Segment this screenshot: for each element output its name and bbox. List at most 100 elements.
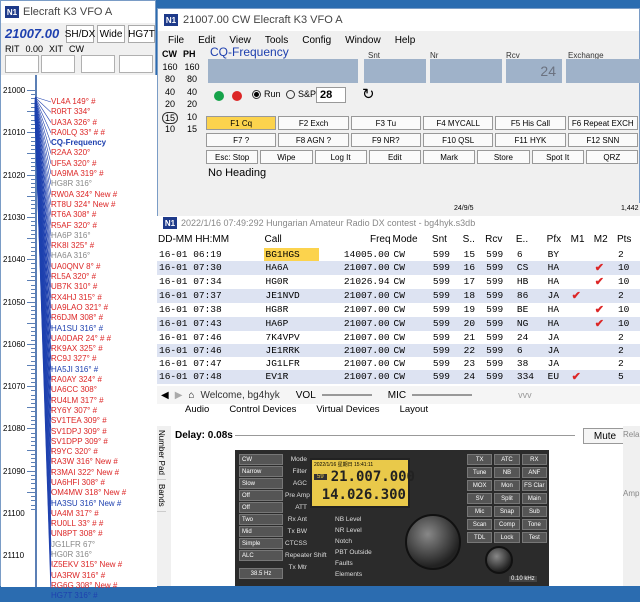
ph-speed-value[interactable]: 40	[184, 87, 200, 100]
function-key-button[interactable]: Mark	[423, 150, 476, 164]
cw-speed-value[interactable]: 80	[162, 74, 178, 87]
spot-entry[interactable]: HA5JI 316° #	[51, 365, 126, 375]
log-row[interactable]: 16-01 07:34 HG0R 21026.94 CW 599 17 599 HB HA ✔ 10	[157, 275, 640, 289]
log-column-header[interactable]: M2	[593, 230, 616, 248]
cw-speed-value[interactable]: 15	[162, 111, 178, 124]
log-row[interactable]: 16-01 07:38 HG8R 21007.00 CW 599 19 599 BE HA ✔ 10	[157, 303, 640, 317]
spot-entry[interactable]: IZ5EKV 315° New #	[51, 560, 126, 570]
spot-entry[interactable]: HA1SU 316° #	[51, 324, 126, 334]
log-column-header[interactable]: Pfx	[546, 230, 570, 248]
radio-function-button[interactable]: RX	[521, 454, 547, 465]
function-key-button[interactable]: Edit	[368, 150, 421, 164]
log-row[interactable]: 16-01 06:19 BG1HGS 14005.00 CW 599 15 599 6 BY 2	[157, 248, 640, 261]
back-icon[interactable]: ◀	[161, 390, 169, 401]
radio-function-button[interactable]: Snap	[494, 506, 520, 517]
log-column-header[interactable]: Snt	[431, 230, 462, 248]
spot-entry[interactable]: UA9LAO 321° #	[51, 303, 126, 313]
log-row[interactable]: 16-01 07:46 JE1RRK 21007.00 CW 599 22 599 6 JA 2	[157, 343, 640, 357]
spot-entry[interactable]: HG7T 316° #	[51, 591, 126, 601]
spot-entry[interactable]: UN8PT 308° #	[51, 529, 126, 539]
spot-entry[interactable]: RA3W 316° New #	[51, 457, 126, 467]
small-knob-icon[interactable]	[485, 546, 513, 574]
radio-setting-button[interactable]: ALC	[239, 550, 283, 561]
refresh-icon[interactable]: ↻	[362, 85, 375, 103]
mic-slider[interactable]	[412, 394, 473, 396]
spot-entry[interactable]: RU0LL 33° # #	[51, 519, 126, 529]
spot-entry[interactable]: UF5A 320° #	[51, 159, 126, 169]
radio-setting-button[interactable]: Two	[239, 514, 283, 525]
log-column-header[interactable]: E..	[515, 230, 546, 248]
speed-stepper[interactable]: 28	[316, 87, 346, 103]
ph-speed-value[interactable]: 80	[184, 74, 200, 87]
menu-config[interactable]: Config	[302, 35, 331, 46]
spot-entry[interactable]: RA0AY 324° #	[51, 375, 126, 385]
vol-slider[interactable]	[321, 394, 372, 396]
log-column-header[interactable]: S..	[462, 230, 484, 248]
cw-speed-value[interactable]: 160	[162, 62, 178, 75]
function-key-button[interactable]: F12 SNN	[567, 133, 638, 147]
spot-entry[interactable]: R9YC 320° #	[51, 447, 126, 457]
log-row[interactable]: 16-01 07:46 7K4VPV 21007.00 CW 599 21 599 24 JA 2	[157, 331, 640, 344]
bandmap-box-2[interactable]	[41, 55, 75, 73]
log-row[interactable]: 16-01 07:43 HA6P 21007.00 CW 599 20 599 NG HA ✔ 10	[157, 316, 640, 331]
function-key-button[interactable]: Wipe	[260, 150, 313, 164]
menu-help[interactable]: Help	[395, 35, 416, 46]
spot-entry[interactable]: R6DJM 308° #	[51, 313, 126, 323]
bandmap-box-3[interactable]	[81, 55, 115, 73]
radio-setting-button[interactable]: Narrow	[239, 466, 283, 477]
spot-entry[interactable]: VL4A 149° #	[51, 97, 126, 107]
function-key-button[interactable]: F8 AGN ?	[278, 133, 349, 147]
spot-entry[interactable]: SV1DPP 309° #	[51, 437, 126, 447]
spot-entry[interactable]: UA4M 317° #	[51, 509, 126, 519]
log-row[interactable]: 16-01 07:47 JG1LFR 21007.00 CW 599 23 599 38 JA 2	[157, 357, 640, 370]
spot-entry[interactable]: RY6Y 307° #	[51, 406, 126, 416]
function-key-button[interactable]: QRZ	[585, 150, 638, 164]
log-column-header[interactable]: Freq	[319, 230, 391, 248]
delay-slider[interactable]	[235, 435, 575, 436]
spot-entry[interactable]: R3MAI 322° New #	[51, 468, 126, 478]
spot-entry[interactable]: R2AA 320°	[51, 148, 126, 158]
function-key-button[interactable]: F7 ?	[206, 133, 277, 147]
tab-layout[interactable]: Layout	[400, 404, 429, 420]
radio-function-button[interactable]: Test	[521, 532, 547, 543]
radio-function-button[interactable]: Sub	[521, 506, 547, 517]
spot-entry[interactable]: RX4HJ 315° #	[51, 293, 126, 303]
bandmap-box-4[interactable]	[119, 55, 153, 73]
function-key-button[interactable]: F10 QSL	[422, 133, 494, 147]
function-key-button[interactable]: Log It	[314, 150, 367, 164]
radio-function-button[interactable]: Split	[494, 493, 520, 504]
radio-function-button[interactable]: TDL	[467, 532, 493, 543]
radio-function-button[interactable]: Comp	[494, 519, 520, 530]
log-row[interactable]: 16-01 07:30 HA6A 21007.00 CW 599 16 599 CS HA ✔ 10	[157, 260, 640, 275]
spot-entry[interactable]: CQ-Frequency	[51, 138, 126, 148]
spot-entry[interactable]: UA3A 326° #	[51, 118, 126, 128]
tab-bands[interactable]: Bands	[157, 480, 166, 512]
tab-virtual-devices[interactable]: Virtual Devices	[316, 404, 379, 420]
spot-entry[interactable]: R5AF 320° #	[51, 221, 126, 231]
spot-entry[interactable]: RK8I 325° #	[51, 241, 126, 251]
function-key-button[interactable]: F5 His Call	[495, 116, 566, 130]
snt-input[interactable]	[364, 59, 426, 83]
radio-setting-button[interactable]: Off	[239, 490, 283, 501]
radio-function-button[interactable]: FS Clar	[521, 480, 547, 491]
spot-entry[interactable]: RU4LM 317° #	[51, 396, 126, 406]
radio-function-button[interactable]: Mic	[467, 506, 493, 517]
spot-entry[interactable]: HA3SU 316° New #	[51, 499, 126, 509]
log-column-header[interactable]: DD-MM HH:MM	[157, 230, 264, 248]
radio-setting-button[interactable]: Slow	[239, 478, 283, 489]
spot-entry[interactable]: RK9AX 325° #	[51, 344, 126, 354]
ctcss-tone-value[interactable]: 38.5 Hz	[239, 568, 283, 579]
tab-number-pad[interactable]: Number Pad	[157, 426, 166, 480]
ph-speed-value[interactable]: 160	[184, 62, 200, 75]
radio-function-button[interactable]: ATC	[494, 454, 520, 465]
spot-entry[interactable]: RC9J 327° #	[51, 354, 126, 364]
function-key-button[interactable]: F1 Cq	[206, 116, 277, 130]
log-row[interactable]: 16-01 07:48 EV1R 21007.00 CW 599 24 599 334 EU ✔ 5	[157, 369, 640, 384]
spot-entry[interactable]: UB7K 310° #	[51, 282, 126, 292]
radio-setting-button[interactable]: Off	[239, 502, 283, 513]
radio-function-button[interactable]: Mon	[494, 480, 520, 491]
radio-function-button[interactable]: MOX	[467, 480, 493, 491]
spot-entry[interactable]: JG1LFR 67°	[51, 540, 126, 550]
log-column-header[interactable]: Mode	[392, 230, 431, 248]
spot-entry[interactable]: HA6A 316°	[51, 251, 126, 261]
